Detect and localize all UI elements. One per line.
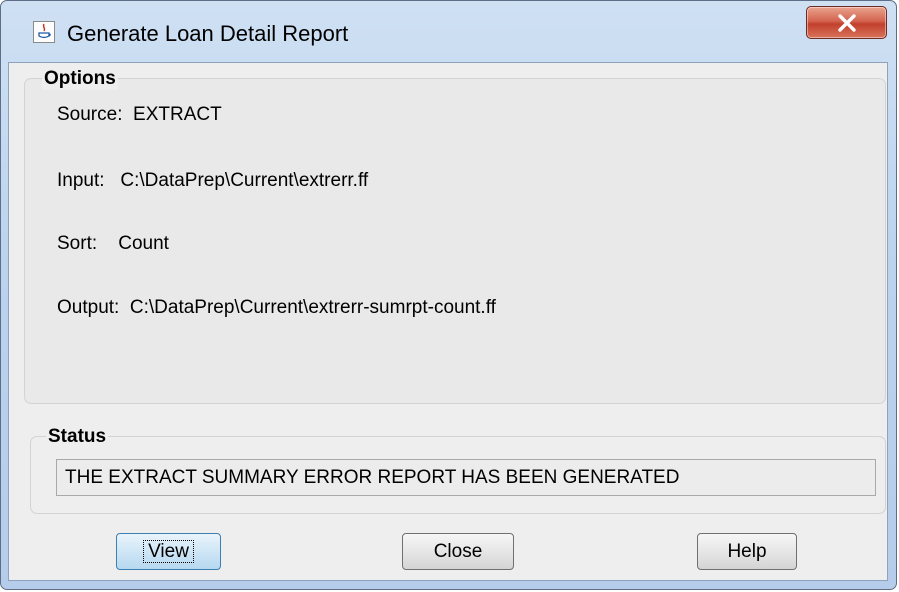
- output-line: Output: C:\DataPrep\Current\extrerr-sumr…: [57, 297, 496, 318]
- sort-line: Sort: Count: [57, 233, 169, 254]
- title-bar[interactable]: Generate Loan Detail Report: [1, 1, 896, 63]
- view-button-label: View: [143, 540, 194, 563]
- input-line: Input: C:\DataPrep\Current\extrerr.ff: [57, 170, 369, 191]
- window-close-button[interactable]: [806, 6, 887, 39]
- view-button[interactable]: View: [116, 533, 221, 570]
- options-heading: Options: [42, 68, 118, 90]
- java-cup-icon: [33, 21, 55, 43]
- source-line: Source: EXTRACT: [57, 104, 222, 125]
- window-title: Generate Loan Detail Report: [67, 21, 349, 46]
- close-button[interactable]: Close: [402, 533, 514, 570]
- status-message-field: THE EXTRACT SUMMARY ERROR REPORT HAS BEE…: [56, 459, 876, 496]
- status-heading: Status: [46, 426, 109, 448]
- help-button[interactable]: Help: [697, 533, 797, 570]
- close-x-icon: [838, 14, 856, 32]
